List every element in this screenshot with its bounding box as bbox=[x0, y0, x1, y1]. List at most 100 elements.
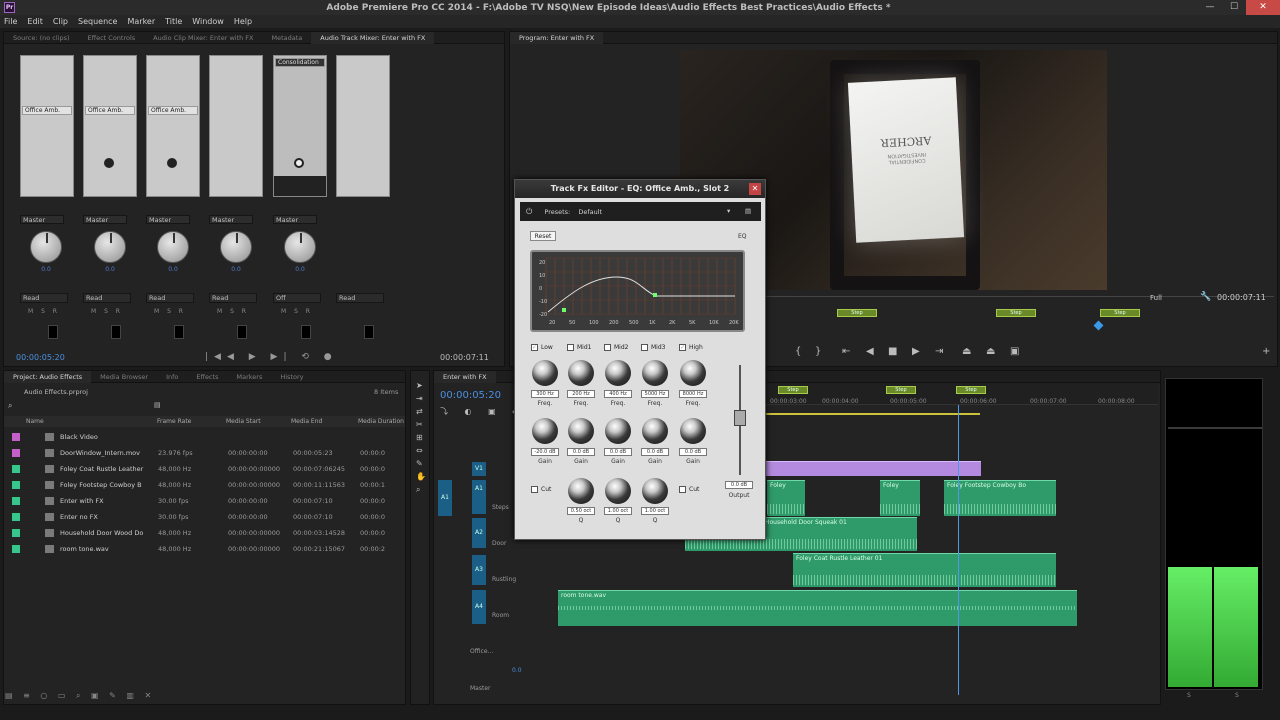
tab-project[interactable]: Project: Audio Effects bbox=[4, 370, 92, 383]
freq-knob[interactable] bbox=[605, 360, 631, 386]
col-frame-rate[interactable]: Frame Rate bbox=[157, 418, 191, 425]
output-route[interactable]: Master bbox=[146, 215, 190, 224]
automation-mode[interactable]: Read bbox=[83, 293, 131, 303]
source-patch-a1[interactable]: A1 bbox=[438, 480, 452, 516]
high-cut-checkbox[interactable] bbox=[679, 486, 686, 493]
project-item-row[interactable]: Enter no FX 30.00 fps 00:00:00:00 00:00:07:… bbox=[3, 510, 403, 525]
lift-icon[interactable]: ⏏ bbox=[962, 346, 971, 357]
gain-knob[interactable] bbox=[642, 418, 668, 444]
fx-close-button[interactable]: ✕ bbox=[749, 183, 761, 195]
pan-value[interactable]: 0.0 bbox=[157, 266, 189, 273]
mute-solo-record[interactable]: M S R bbox=[217, 308, 249, 315]
q-knob[interactable] bbox=[605, 478, 631, 504]
effect-slot[interactable]: Office Amb. bbox=[85, 106, 135, 115]
tab-audio-track-mixer[interactable]: Audio Track Mixer: Enter with FX bbox=[311, 31, 435, 44]
eq-handle-low[interactable] bbox=[562, 308, 566, 312]
mute-solo-record[interactable]: M S R bbox=[281, 308, 313, 315]
tab-media-browser[interactable]: Media Browser bbox=[91, 373, 157, 381]
band-enable-checkbox[interactable] bbox=[567, 344, 574, 351]
menu-marker[interactable]: Marker bbox=[127, 17, 155, 26]
freq-knob[interactable] bbox=[532, 360, 558, 386]
pan-value[interactable]: 0.0 bbox=[220, 266, 252, 273]
track-target-a4[interactable]: A4 bbox=[472, 590, 486, 624]
audio-clip-room-tone[interactable]: room tone.wav bbox=[558, 590, 1077, 626]
minimize-button[interactable]: — bbox=[1198, 0, 1222, 15]
stop-icon[interactable]: ■ bbox=[888, 346, 897, 357]
freq-value[interactable]: 8000 Hz bbox=[679, 390, 707, 398]
submix-track-name[interactable]: Office... bbox=[470, 648, 590, 668]
project-item-row[interactable]: Foley Coat Rustle Leather 48,000 Hz 00:00:… bbox=[3, 462, 403, 477]
menu-title[interactable]: Title bbox=[165, 17, 182, 26]
pan-value[interactable]: 0.0 bbox=[284, 266, 316, 273]
mute-solo-record[interactable]: M S R bbox=[28, 308, 60, 315]
pan-knob[interactable] bbox=[94, 231, 126, 263]
col-media-duration[interactable]: Media Duration bbox=[358, 418, 404, 425]
menu-clip[interactable]: Clip bbox=[53, 17, 68, 26]
menu-window[interactable]: Window bbox=[192, 17, 224, 26]
preset-menu-icon[interactable]: ▤ bbox=[745, 202, 751, 221]
pan-knob[interactable] bbox=[220, 231, 252, 263]
audio-clip-footstep[interactable]: Foley Footstep Cowboy Bo bbox=[944, 480, 1056, 516]
track-target-a3[interactable]: A3 bbox=[472, 555, 486, 585]
project-item-row[interactable]: Household Door Wood Do 48,000 Hz 00:00:00:… bbox=[3, 526, 403, 541]
gain-value[interactable]: 0.0 dB bbox=[679, 448, 707, 456]
q-value[interactable]: 1.00 oct bbox=[604, 507, 632, 515]
tab-effects[interactable]: Effects bbox=[187, 373, 227, 381]
audio-clip-coat-rustle[interactable]: Foley Coat Rustle Leather 01 bbox=[793, 553, 1056, 587]
timeline-marker[interactable]: Step bbox=[886, 386, 916, 394]
tool-icons[interactable]: ➤ ⇥ ⇄ ✂ ⊞ ⇔ ✎ ✋ ⌕ bbox=[416, 379, 426, 496]
pan-value[interactable]: 0.0 bbox=[30, 266, 62, 273]
project-footer-tools[interactable]: ▤ ≡ ○ ▭ ⌕ ▣ ✎ ▥ ✕ bbox=[5, 691, 405, 701]
q-value[interactable]: 0.50 oct bbox=[567, 507, 595, 515]
send-knob[interactable] bbox=[294, 158, 304, 168]
automation-mode[interactable]: Read bbox=[336, 293, 384, 303]
send-knob[interactable] bbox=[104, 158, 114, 168]
search-icon[interactable]: ⌕ bbox=[8, 401, 12, 411]
freq-knob[interactable] bbox=[568, 360, 594, 386]
track-target-v1[interactable]: V1 bbox=[472, 462, 486, 476]
effect-slot[interactable]: Consolidation bbox=[275, 58, 325, 67]
band-enable-checkbox[interactable]: ✓ bbox=[531, 344, 538, 351]
gain-value[interactable]: 0.0 dB bbox=[604, 448, 632, 456]
gain-value[interactable]: 0.0 dB bbox=[641, 448, 669, 456]
timeline-marker[interactable]: Step bbox=[956, 386, 986, 394]
freq-knob[interactable] bbox=[680, 360, 706, 386]
tab-sequence[interactable]: Enter with FX bbox=[434, 370, 496, 383]
project-item-row[interactable]: room tone.wav 48,000 Hz 00:00:00:00000 00:0… bbox=[3, 542, 403, 557]
low-cut-checkbox[interactable] bbox=[531, 486, 538, 493]
dropdown-arrow-icon[interactable]: ▾ bbox=[727, 202, 730, 221]
pan-knob[interactable] bbox=[284, 231, 316, 263]
project-item-row[interactable]: Foley Footstep Cowboy B 48,000 Hz 00:00:00… bbox=[3, 478, 403, 493]
new-bin-icon[interactable]: ▤ bbox=[154, 401, 161, 409]
automation-mode[interactable]: Read bbox=[209, 293, 257, 303]
program-marker[interactable]: Step bbox=[1100, 309, 1140, 317]
gain-knob[interactable] bbox=[680, 418, 706, 444]
tab-source[interactable]: Source: (no clips) bbox=[4, 34, 79, 42]
automation-mode[interactable]: Read bbox=[146, 293, 194, 303]
mark-in-button[interactable]: { bbox=[795, 346, 801, 357]
tab-history[interactable]: History bbox=[271, 373, 312, 381]
menu-file[interactable]: File bbox=[4, 17, 17, 26]
freq-value[interactable]: 5000 Hz bbox=[641, 390, 669, 398]
project-item-row[interactable]: Black Video bbox=[3, 430, 403, 445]
extract-icon[interactable]: ⏏ bbox=[986, 346, 995, 357]
add-button-icon[interactable]: + bbox=[1262, 346, 1270, 357]
presets-dropdown[interactable]: Default bbox=[578, 208, 602, 216]
effect-slot[interactable]: Office Amb. bbox=[148, 106, 198, 115]
col-media-start[interactable]: Media Start bbox=[226, 418, 261, 425]
pan-value[interactable]: 0.0 bbox=[94, 266, 126, 273]
send-knob[interactable] bbox=[167, 158, 177, 168]
tab-program[interactable]: Program: Enter with FX bbox=[510, 31, 604, 44]
menu-edit[interactable]: Edit bbox=[27, 17, 43, 26]
band-enable-checkbox[interactable]: ✓ bbox=[679, 344, 686, 351]
gain-knob[interactable] bbox=[568, 418, 594, 444]
program-marker[interactable]: Step bbox=[996, 309, 1036, 317]
q-value[interactable]: 1.00 oct bbox=[641, 507, 669, 515]
freq-knob[interactable] bbox=[642, 360, 668, 386]
project-item-row[interactable]: DoorWindow_Intern.mov 23.976 fps 00:00:00:… bbox=[3, 446, 403, 461]
band-enable-checkbox[interactable] bbox=[641, 344, 648, 351]
fit-dropdown[interactable]: Full bbox=[1150, 294, 1162, 302]
maximize-button[interactable]: ☐ bbox=[1222, 0, 1246, 15]
meter-solo-right[interactable]: S bbox=[1235, 692, 1239, 699]
q-knob[interactable] bbox=[642, 478, 668, 504]
